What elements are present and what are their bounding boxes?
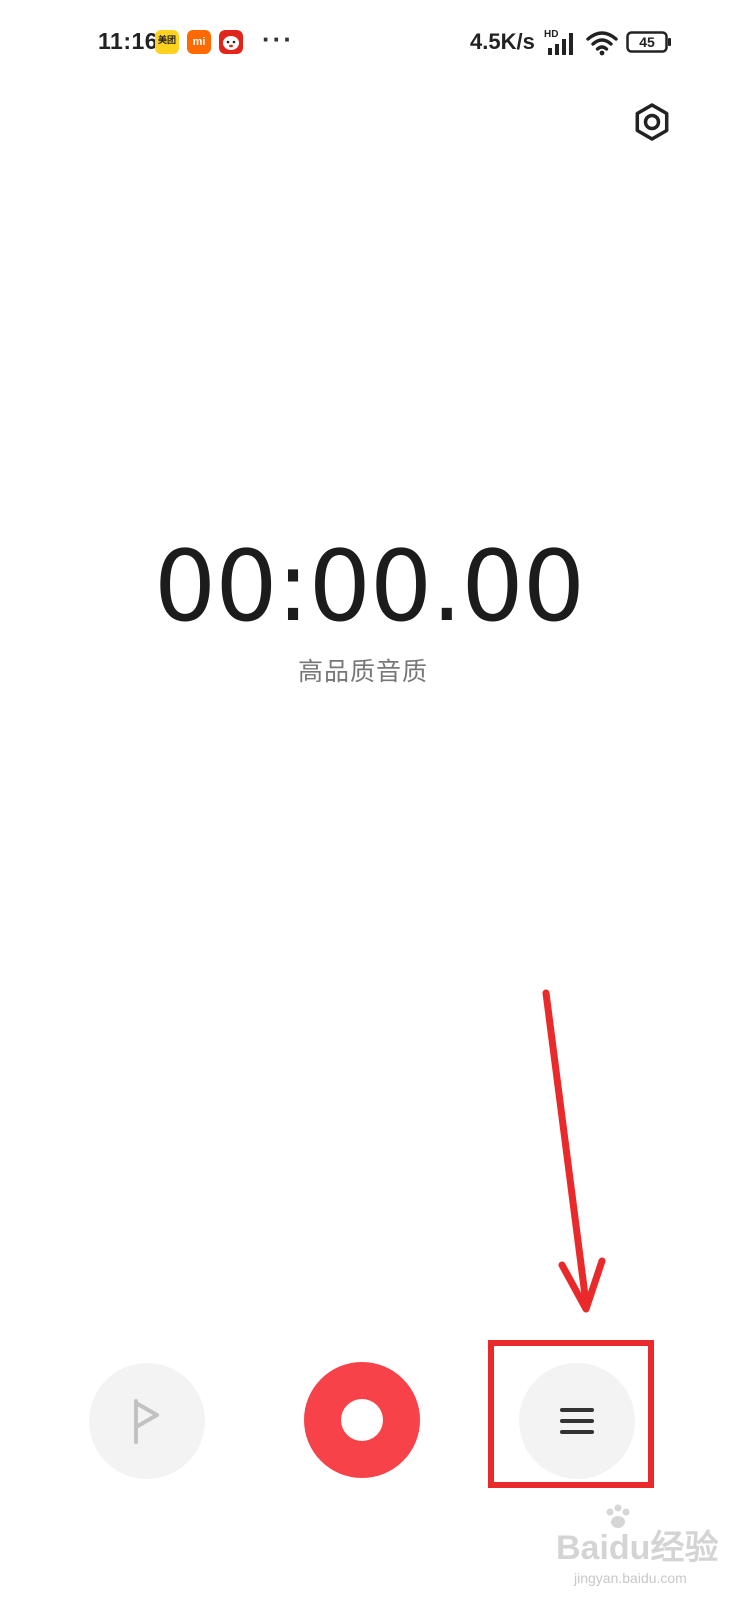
status-bar: 11:16 美团 mi ··· 4.5K/s HD 45 <box>0 0 738 90</box>
meituan-icon-label: 美团 <box>157 35 176 45</box>
annotation-highlight-box <box>488 1340 654 1488</box>
flag-icon <box>134 1399 159 1444</box>
more-notifications-icon: ··· <box>262 24 294 54</box>
recording-timer: 00:00.00 <box>153 530 585 644</box>
signal-icon: HD <box>544 29 573 55</box>
wifi-icon <box>586 31 618 56</box>
network-speed: 4.5K/s <box>470 29 535 54</box>
status-time: 11:16 <box>98 28 159 54</box>
xiaomi-icon-label: mi <box>192 36 206 48</box>
watermark-url: jingyan.baidu.com <box>574 1570 687 1586</box>
baidu-jingyan-watermark: Baidu经验 jingyan.baidu.com <box>556 1504 736 1596</box>
jd-icon <box>219 30 243 54</box>
watermark-text: Baidu经验 <box>556 1529 719 1567</box>
annotation-arrow-icon <box>542 989 606 1313</box>
network-badge: HD <box>544 29 558 40</box>
xiaomi-icon: mi <box>187 30 211 54</box>
settings-button[interactable] <box>628 98 676 146</box>
audio-quality-label[interactable]: 高品质音质 <box>0 652 726 688</box>
mark-flag-button[interactable] <box>89 1363 205 1479</box>
record-button[interactable] <box>304 1362 420 1478</box>
settings-icon <box>635 103 669 141</box>
battery-level: 45 <box>639 34 655 50</box>
record-icon <box>341 1399 383 1441</box>
jd-icon-graphic <box>219 30 243 54</box>
meituan-icon: 美团 <box>155 30 179 54</box>
